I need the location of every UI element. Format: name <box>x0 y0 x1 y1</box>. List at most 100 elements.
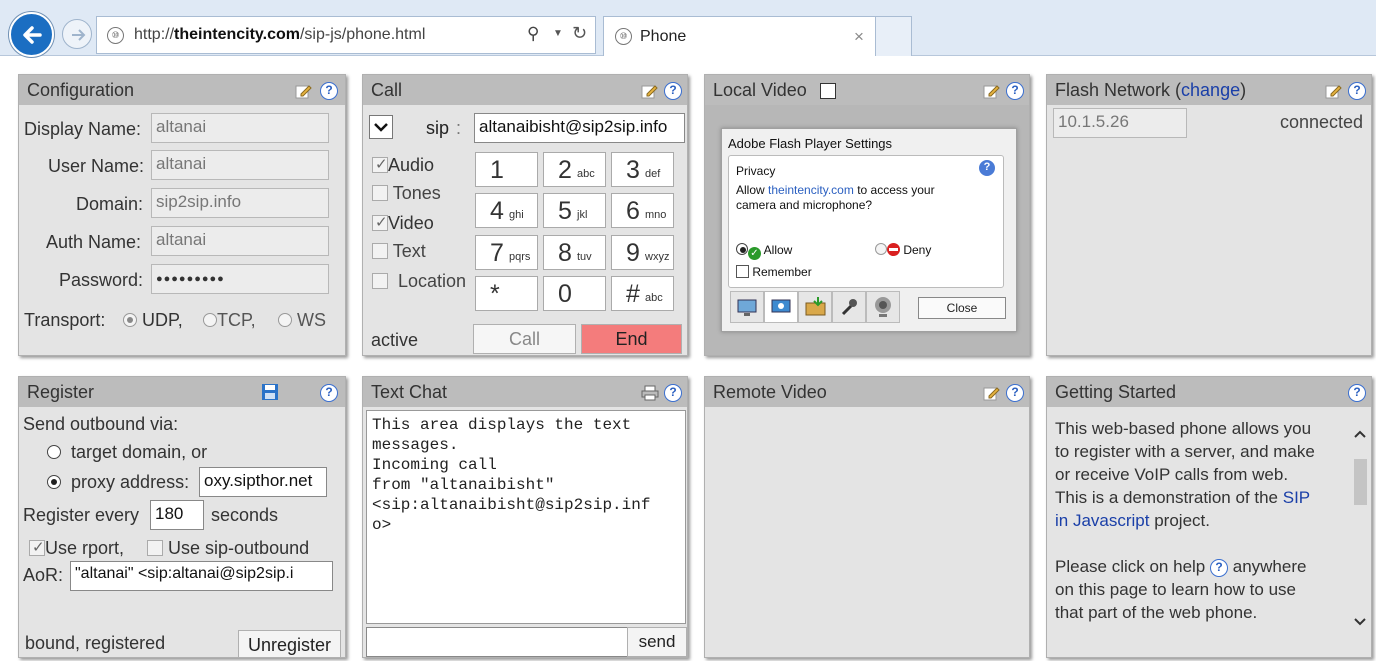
flash-close-button[interactable]: Close <box>918 297 1006 319</box>
dial-key-0[interactable]: 0 <box>543 276 606 311</box>
radio-icon[interactable] <box>875 243 887 255</box>
dial-key-3[interactable]: 3 def <box>611 152 674 187</box>
proxy-address-option[interactable]: proxy address: <box>47 472 189 493</box>
auth-name-field[interactable]: altanai <box>151 226 329 256</box>
privacy-tab-icon[interactable] <box>764 291 798 323</box>
dial-key-8[interactable]: 8 tuv <box>543 235 606 270</box>
sip-link[interactable]: SIP <box>1283 488 1310 507</box>
checkbox-icon[interactable] <box>372 155 388 173</box>
javascript-link[interactable]: in Javascript <box>1055 511 1149 530</box>
password-field[interactable]: ●●●●●●●●● <box>151 264 329 294</box>
call-button[interactable]: Call <box>473 324 576 354</box>
help-icon[interactable]: ? <box>1006 82 1024 100</box>
option-video[interactable]: Video <box>372 213 434 234</box>
scroll-up-icon[interactable] <box>1353 429 1367 439</box>
allow-option[interactable]: ✓ Allow <box>736 243 792 260</box>
local-video-checkbox[interactable] <box>820 83 836 99</box>
edit-icon[interactable] <box>295 83 313 99</box>
checkbox-icon[interactable] <box>372 213 388 231</box>
dial-key-hash[interactable]: # abc <box>611 276 674 311</box>
chat-input[interactable] <box>366 627 628 657</box>
new-tab-button[interactable] <box>876 16 912 56</box>
display-settings-icon[interactable] <box>730 291 764 323</box>
help-icon[interactable]: ? <box>1006 384 1024 402</box>
transport-udp[interactable]: UDP, <box>123 310 183 331</box>
option-tones[interactable]: Tones <box>372 183 441 204</box>
option-audio[interactable]: Audio <box>372 155 434 176</box>
help-icon[interactable]: ? <box>320 82 338 100</box>
proxy-address-field[interactable]: oxy.sipthor.net <box>199 467 327 497</box>
end-button[interactable]: End <box>581 324 682 354</box>
radio-icon[interactable] <box>203 313 217 327</box>
radio-icon[interactable] <box>736 243 748 255</box>
unregister-button[interactable]: Unregister <box>238 630 341 657</box>
dropdown-caret-icon[interactable]: ▼ <box>553 28 563 39</box>
dial-key-7[interactable]: 7 pqrs <box>475 235 538 270</box>
help-icon[interactable]: ? <box>1348 384 1366 402</box>
help-icon: ? <box>1210 559 1228 577</box>
display-name-field[interactable]: altanai <box>151 113 329 143</box>
edit-icon[interactable] <box>641 83 659 99</box>
radio-icon[interactable] <box>123 313 137 327</box>
domain-field[interactable]: sip2sip.info <box>151 188 329 218</box>
checkbox-icon[interactable] <box>372 185 388 201</box>
dial-key-6[interactable]: 6 mno <box>611 193 674 228</box>
save-icon[interactable] <box>261 383 279 401</box>
help-icon[interactable]: ? <box>664 384 682 402</box>
checkbox-icon[interactable] <box>372 243 388 259</box>
chevron-down-icon[interactable] <box>369 115 393 139</box>
edit-icon[interactable] <box>983 83 1001 99</box>
checkbox-icon[interactable] <box>736 265 749 278</box>
edit-icon[interactable] <box>1325 83 1343 99</box>
dial-key-2[interactable]: 2 abc <box>543 152 606 187</box>
option-text[interactable]: Text <box>372 241 426 262</box>
target-domain-option[interactable]: target domain, or <box>47 442 207 463</box>
refresh-icon[interactable]: ↻ <box>572 23 587 44</box>
chat-line: <sip:altanaibisht@sip2sip.inf <box>372 496 651 514</box>
scroll-down-icon[interactable] <box>1353 617 1367 627</box>
option-location[interactable]: Location <box>372 271 466 292</box>
checkbox-icon[interactable] <box>29 538 45 556</box>
user-name-field[interactable]: altanai <box>151 150 329 180</box>
use-sip-outbound-option[interactable]: Use sip-outbound <box>147 538 309 559</box>
address-bar[interactable]: ⑩ http://theintencity.com/sip-js/phone.h… <box>96 16 596 54</box>
scrollbar-thumb[interactable] <box>1354 459 1367 505</box>
aor-field[interactable]: "altanai" <sip:altanai@sip2sip.i <box>70 561 333 591</box>
storage-icon[interactable] <box>798 291 832 323</box>
edit-icon[interactable] <box>983 385 1001 401</box>
tab-close-icon[interactable]: × <box>854 27 864 47</box>
print-icon[interactable] <box>641 385 659 401</box>
back-button[interactable] <box>9 12 54 57</box>
dial-key-1[interactable]: 1 <box>475 152 538 187</box>
radio-icon[interactable] <box>278 313 292 327</box>
dial-key-9[interactable]: 9 wxyz <box>611 235 674 270</box>
help-icon[interactable]: ? <box>979 160 995 176</box>
change-link[interactable]: change <box>1181 80 1240 100</box>
camera-icon[interactable] <box>866 291 900 323</box>
checkbox-icon[interactable] <box>372 273 388 289</box>
use-rport-option[interactable]: Use rport, <box>29 538 124 559</box>
transport-ws[interactable]: WS <box>278 310 326 331</box>
ip-address-field[interactable]: 10.1.5.26 <box>1053 108 1187 138</box>
radio-icon[interactable] <box>47 445 61 459</box>
register-interval-field[interactable]: 180 <box>150 500 204 530</box>
sip-target-field[interactable]: altanaibisht@sip2sip.info <box>474 113 685 143</box>
dial-key-star[interactable]: * <box>475 276 538 311</box>
send-button[interactable]: send <box>627 627 687 657</box>
url-text[interactable]: http://theintencity.com/sip-js/phone.htm… <box>134 26 425 44</box>
transport-tcp[interactable]: TCP, <box>203 310 256 331</box>
checkbox-icon[interactable] <box>147 540 163 556</box>
microphone-icon[interactable] <box>832 291 866 323</box>
help-icon[interactable]: ? <box>1348 82 1366 100</box>
radio-icon[interactable] <box>47 475 61 489</box>
deny-option[interactable]: Deny <box>875 243 931 257</box>
remember-option[interactable]: Remember <box>736 265 812 279</box>
dial-key-5[interactable]: 5 jkl <box>543 193 606 228</box>
browser-tab[interactable]: ⑩ Phone × <box>603 16 876 56</box>
help-icon[interactable]: ? <box>320 384 338 402</box>
help-icon[interactable]: ? <box>664 82 682 100</box>
forward-button[interactable] <box>62 19 92 49</box>
scrollbar[interactable] <box>1350 409 1370 657</box>
search-icon[interactable]: ⚲ <box>527 24 539 44</box>
dial-key-4[interactable]: 4 ghi <box>475 193 538 228</box>
